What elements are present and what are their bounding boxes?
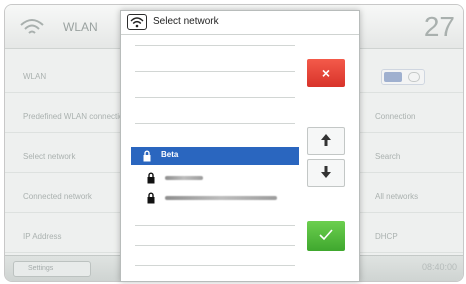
list-divider [135,71,295,72]
network-item[interactable] [135,169,295,187]
row-value: Search [375,152,401,161]
scroll-down-button[interactable] [307,159,345,187]
back-button[interactable]: Settings [13,261,91,277]
network-name-redacted [165,176,203,180]
wifi-icon [127,14,147,30]
row-value: All networks [375,192,419,201]
list-divider [135,245,295,246]
wifi-icon [20,19,44,34]
list-divider [135,45,295,46]
row-label: IP Address [23,232,62,241]
list-divider [135,265,295,266]
list-divider [135,97,295,98]
row-value: Connection [375,112,416,121]
network-item[interactable] [135,189,295,207]
temperature-display: 27 [423,11,455,42]
arrow-down-icon [321,165,331,178]
row-label: Connected network [23,192,92,201]
checkmark-icon [319,228,333,240]
confirm-button[interactable] [307,221,345,251]
lock-icon [143,150,151,162]
settings-title: WLAN [63,20,98,34]
dialog-title: Select network [153,16,219,27]
cancel-button[interactable]: × [307,59,345,87]
row-label: Predefined WLAN connection [23,112,128,121]
wlan-toggle[interactable] [381,69,425,85]
network-name-redacted [165,196,277,200]
row-value: DHCP [375,232,398,241]
clock: 08:40:00 [421,262,457,272]
back-label: Settings [28,265,54,272]
network-name: Beta [161,150,179,159]
row-label: WLAN [23,72,47,81]
arrow-up-icon [321,133,331,146]
select-network-dialog: Select network Beta × [120,10,360,282]
lock-icon [147,172,155,184]
lock-icon [147,192,155,204]
list-divider [135,225,295,226]
scroll-up-button[interactable] [307,127,345,155]
row-label: Select network [23,152,76,161]
dialog-header: Select network [121,11,359,35]
list-divider [135,123,295,124]
network-item[interactable]: Beta [131,147,299,165]
